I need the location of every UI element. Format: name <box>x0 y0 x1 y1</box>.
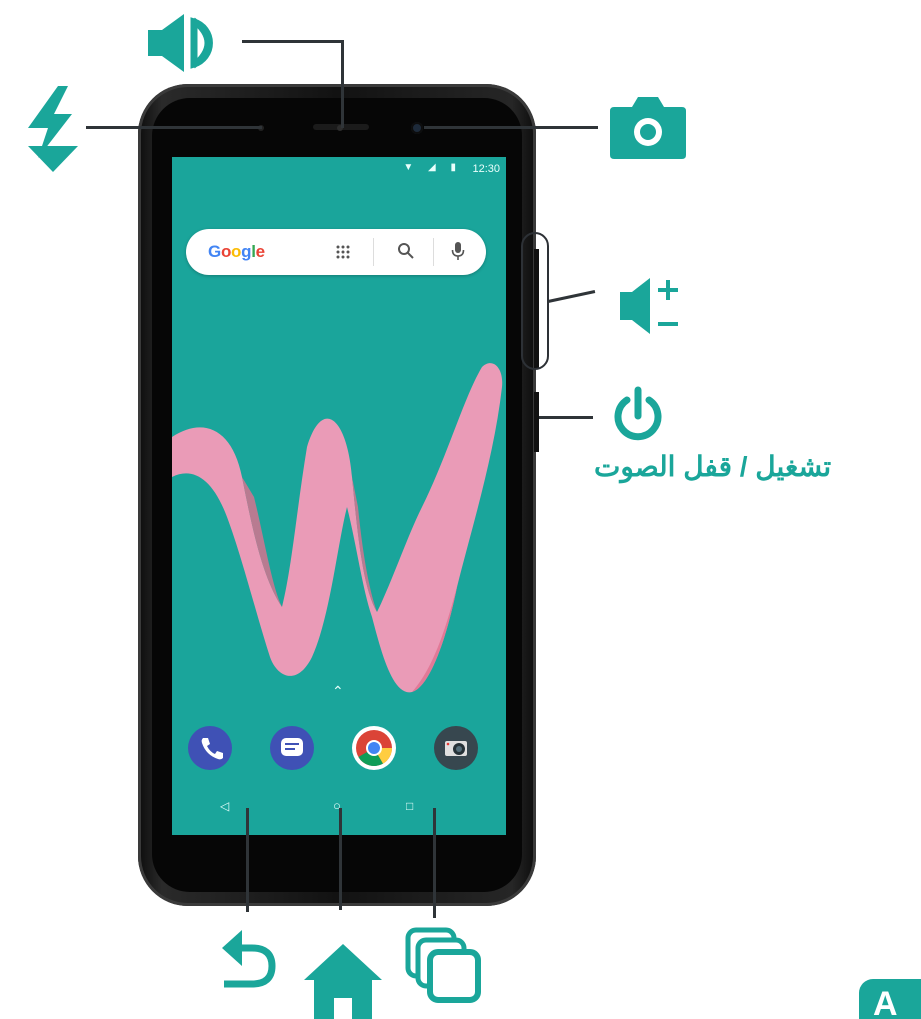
power-button <box>534 392 539 452</box>
messages-app-icon[interactable] <box>270 726 314 770</box>
camera-app-icon[interactable] <box>434 726 478 770</box>
recents-callout-line <box>433 808 436 918</box>
camera-icon <box>610 97 686 159</box>
nav-recents-icon[interactable]: □ <box>406 799 413 813</box>
google-logo: Google <box>208 242 265 261</box>
power-icon <box>614 386 662 441</box>
search-divider <box>433 238 434 266</box>
sensor-callout-line <box>86 126 262 129</box>
page-section-tab: A <box>859 979 921 1019</box>
volume-plus-minus-icon <box>620 278 678 334</box>
power-lock-label: تشغيل / قفل الصوت <box>594 451 832 482</box>
back-arrow-icon <box>222 930 276 988</box>
volume-highlight-ring <box>521 232 549 370</box>
earpiece-callout-line <box>341 40 344 128</box>
app-drawer-chevron-icon[interactable]: ⌃ <box>332 683 344 700</box>
front-camera <box>411 122 423 134</box>
camera-callout-line <box>424 126 598 129</box>
status-bar: ▼ ◢ ▮ 12:30 <box>172 157 506 181</box>
google-search-bar[interactable]: Google <box>186 229 486 275</box>
phone-app-icon[interactable] <box>188 726 232 770</box>
power-callout-line <box>539 416 593 419</box>
phone-screen: ▼ ◢ ▮ 12:30 Google ⌃ ◁ ○ □ <box>172 157 506 835</box>
chrome-app-icon[interactable] <box>352 726 396 770</box>
apps-grid-icon[interactable] <box>334 243 352 261</box>
page-section-letter: A <box>873 985 898 1019</box>
speaker-icon <box>148 14 213 72</box>
flash-bolt-icon <box>28 86 78 172</box>
volume-callout-line <box>547 290 596 303</box>
nav-back-icon[interactable]: ◁ <box>220 799 229 813</box>
search-icon[interactable] <box>397 242 415 260</box>
home-callout-line <box>339 808 342 910</box>
back-callout-line <box>246 808 249 912</box>
status-icons: ▼ ◢ ▮ <box>403 162 462 173</box>
microphone-icon[interactable] <box>451 241 465 261</box>
wallpaper-ribbon <box>172 363 503 693</box>
home-icon <box>304 944 382 1019</box>
search-divider <box>373 238 374 266</box>
earpiece-callout-line <box>242 40 344 43</box>
status-time: 12:30 <box>472 163 500 175</box>
recents-icon <box>405 927 481 1003</box>
